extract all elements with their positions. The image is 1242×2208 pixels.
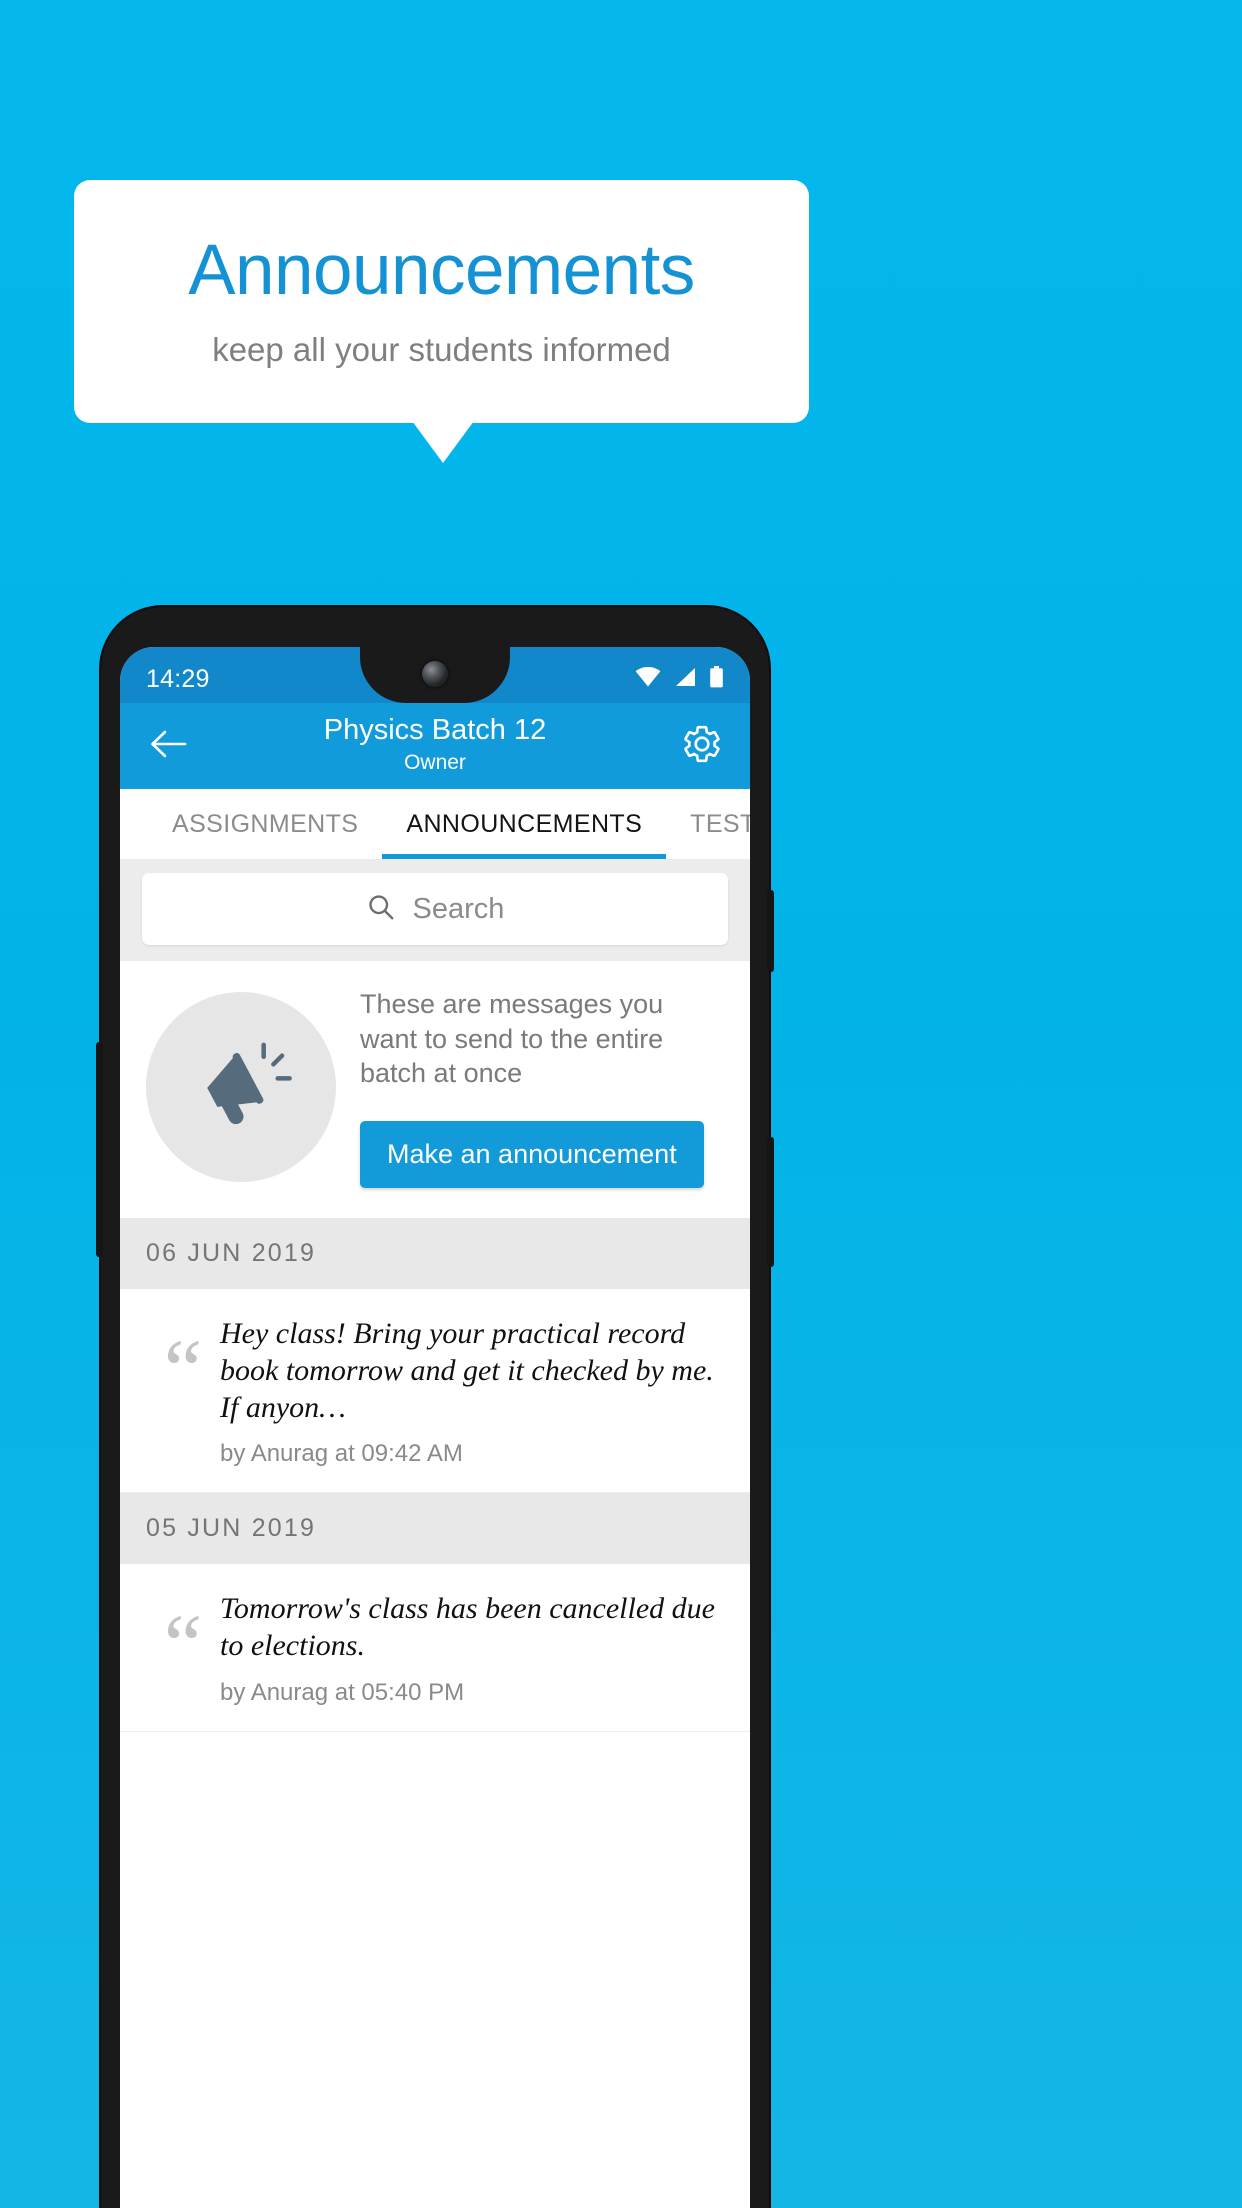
phone-side-button[interactable]: [96, 1042, 103, 1257]
date-header: 06 JUN 2019: [120, 1217, 750, 1289]
phone-device: 14:29 Physics Batch 12 Owner ASSIGNMENTS…: [96, 607, 774, 2208]
announcement-promo-content: These are messages you want to send to t…: [360, 987, 724, 1188]
phone-power-button[interactable]: [767, 890, 774, 972]
announcement-content: Tomorrow's class has been cancelled due …: [220, 1590, 724, 1706]
announcement-text: Hey class! Bring your practical record b…: [220, 1316, 714, 1425]
cellular-signal-icon: [674, 667, 696, 692]
search-input[interactable]: Search: [142, 873, 728, 945]
search-section: Search: [120, 859, 750, 961]
back-button[interactable]: [142, 720, 194, 772]
phone-notch: [360, 647, 510, 703]
quote-mark-icon: “: [163, 1320, 203, 1417]
announcement-promo-description: These are messages you want to send to t…: [360, 989, 664, 1089]
make-announcement-button[interactable]: Make an announcement: [360, 1120, 704, 1188]
announcement-byline: by Anurag at 09:42 AM: [220, 1440, 463, 1468]
tab-bar[interactable]: ASSIGNMENTS ANNOUNCEMENTS TESTS ’: [120, 789, 750, 859]
promo-card-tail: [412, 421, 474, 463]
phone-volume-button[interactable]: [767, 1137, 774, 1267]
phone-screen: 14:29 Physics Batch 12 Owner ASSIGNMENTS…: [120, 647, 750, 2208]
announcement-list-item[interactable]: “ Hey class! Bring your practical record…: [120, 1288, 750, 1494]
tab-announcements[interactable]: ANNOUNCEMENTS: [382, 789, 667, 859]
search-icon: [366, 892, 396, 927]
tab-active-indicator: [382, 854, 667, 859]
front-camera-icon: [422, 661, 448, 687]
announcement-promo-row: These are messages you want to send to t…: [120, 961, 750, 1218]
wifi-icon: [635, 666, 661, 692]
page-title: Physics Batch 12: [323, 714, 547, 747]
date-header: 05 JUN 2019: [120, 1493, 750, 1565]
megaphone-icon: [146, 992, 336, 1183]
status-bar-icons: [635, 665, 724, 693]
announcement-content: Hey class! Bring your practical record b…: [220, 1315, 724, 1469]
promo-title: Announcements: [188, 231, 695, 311]
quote-mark-icon: “: [163, 1596, 203, 1693]
app-bar: Physics Batch 12 Owner: [120, 703, 750, 789]
gear-icon: [681, 723, 723, 770]
page-subtitle: Owner: [404, 750, 466, 774]
settings-button[interactable]: [676, 720, 728, 772]
tab-assignments[interactable]: ASSIGNMENTS: [148, 789, 382, 859]
promo-page: Announcements keep all your students inf…: [0, 0, 1242, 2208]
announcement-list-item[interactable]: “ Tomorrow's class has been cancelled du…: [120, 1564, 750, 1732]
promo-card: Announcements keep all your students inf…: [74, 180, 809, 423]
back-arrow-icon: [149, 729, 187, 764]
search-placeholder: Search: [412, 892, 505, 925]
promo-subtitle: keep all your students informed: [212, 330, 671, 368]
tab-tests[interactable]: TESTS: [666, 789, 750, 859]
announcement-byline: by Anurag at 05:40 PM: [220, 1678, 465, 1706]
battery-icon: [709, 665, 724, 693]
status-bar-time: 14:29: [146, 664, 210, 693]
app-bar-titles: Physics Batch 12 Owner: [194, 714, 676, 776]
announcement-text: Tomorrow's class has been cancelled due …: [220, 1592, 715, 1663]
tab-announcements-label: ANNOUNCEMENTS: [406, 809, 643, 838]
